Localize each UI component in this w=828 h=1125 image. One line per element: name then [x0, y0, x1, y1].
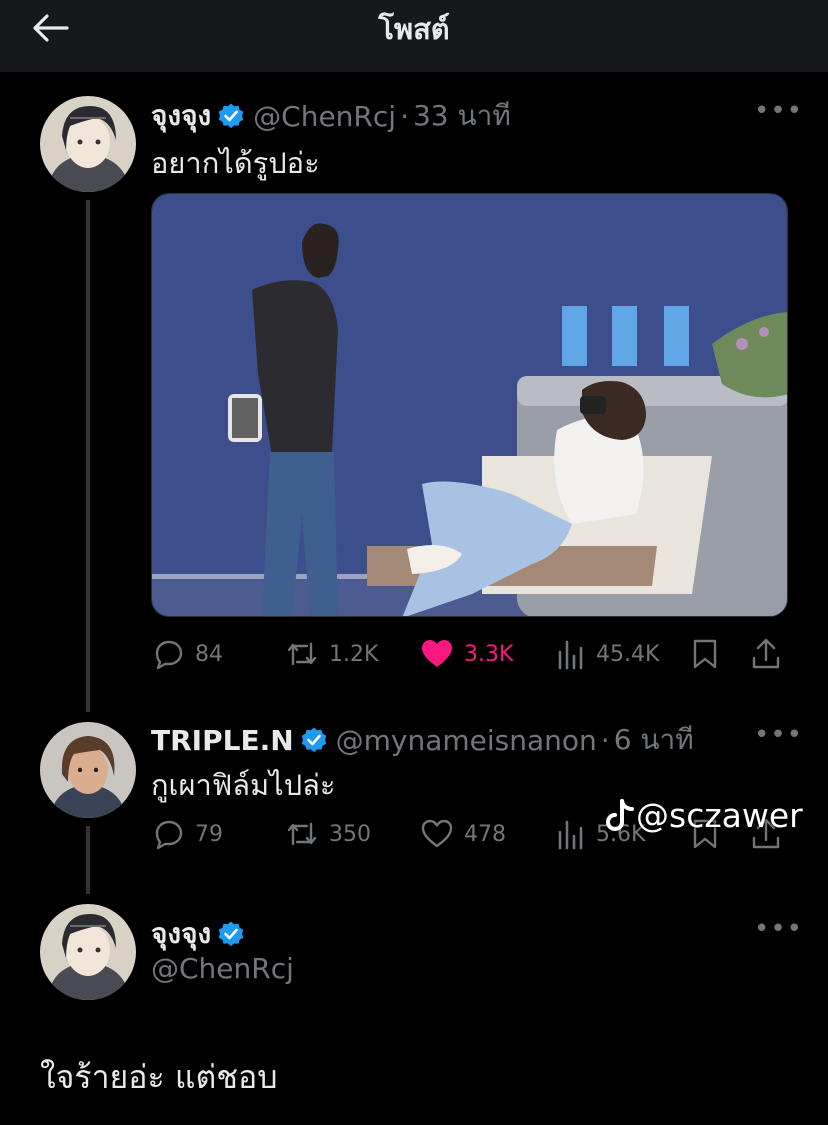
tweet-text: กูเผาฟิล์มไปล่ะ: [151, 768, 336, 802]
tweet-text: ใจร้ายอ่ะ แต่ชอบ: [40, 1058, 278, 1096]
tiktok-watermark: @sczawer: [604, 796, 803, 835]
reply-count: 79: [195, 821, 223, 847]
user-handle[interactable]: @ChenRcj: [253, 100, 396, 133]
tweet-header: TRIPLE.N @mynameisnanon · 6 นาที: [151, 718, 694, 762]
user-handle[interactable]: @mynameisnanon: [336, 724, 597, 757]
user-handle[interactable]: @ChenRcj: [151, 952, 294, 985]
tiktok-icon: [605, 798, 634, 831]
display-name[interactable]: จุงจุง: [151, 912, 211, 956]
like-button[interactable]: 478: [420, 818, 506, 850]
thread-line: [86, 826, 90, 894]
reply-icon: [155, 820, 183, 850]
reply-icon: [155, 640, 183, 670]
repost-button[interactable]: 350: [285, 818, 371, 850]
tweet-header-handle-row: @ChenRcj: [151, 952, 294, 985]
views-chart-icon: [558, 820, 583, 850]
bookmark-icon: [693, 639, 717, 669]
tweet-text: อยากได้รูปอ่ะ: [151, 146, 320, 180]
more-options-icon[interactable]: •••: [754, 720, 803, 750]
heart-filled-icon: [422, 640, 452, 667]
thread-line: [86, 200, 90, 712]
reply-button[interactable]: 84: [153, 638, 223, 670]
avatar[interactable]: [40, 96, 136, 192]
like-count: 478: [464, 821, 506, 847]
reply-count: 84: [195, 641, 223, 667]
verified-badge-icon: [218, 103, 244, 129]
verified-badge-icon: [301, 727, 326, 753]
heart-outline-icon: [421, 819, 453, 848]
verified-badge-icon: [218, 921, 244, 947]
views-chart-icon: [558, 640, 583, 670]
more-options-icon[interactable]: •••: [754, 914, 803, 944]
tweet-media-image[interactable]: [151, 193, 788, 617]
tweet-header: จุงจุง @ChenRcj · 33 นาที: [151, 94, 511, 138]
timestamp[interactable]: 33 นาที: [413, 94, 511, 138]
display-name[interactable]: จุงจุง: [151, 94, 211, 138]
avatar[interactable]: [40, 722, 136, 818]
share-icon: [752, 638, 780, 669]
repost-icon: [287, 822, 317, 846]
view-count: 45.4K: [596, 641, 660, 667]
like-button[interactable]: 3.3K: [420, 638, 513, 670]
separator-dot: ·: [600, 723, 610, 757]
avatar[interactable]: [40, 904, 136, 1000]
bookmark-button[interactable]: [692, 638, 718, 670]
more-options-icon[interactable]: •••: [754, 96, 803, 126]
tweet-header: จุงจุง: [151, 912, 253, 956]
repost-button[interactable]: 1.2K: [285, 638, 378, 670]
timestamp[interactable]: 6 นาที: [614, 718, 694, 762]
watermark-handle: @sczawer: [636, 796, 803, 835]
display-name[interactable]: TRIPLE.N: [151, 724, 294, 757]
repost-count: 350: [329, 821, 371, 847]
separator-dot: ·: [400, 99, 409, 133]
reply-button[interactable]: 79: [153, 818, 223, 850]
share-button[interactable]: [750, 638, 782, 670]
repost-icon: [287, 642, 317, 666]
page-title: โพสต์: [378, 12, 450, 46]
top-bar: โพสต์: [0, 0, 828, 72]
repost-count: 1.2K: [329, 641, 379, 667]
like-count: 3.3K: [464, 641, 514, 667]
views-button[interactable]: 45.4K: [556, 638, 659, 670]
